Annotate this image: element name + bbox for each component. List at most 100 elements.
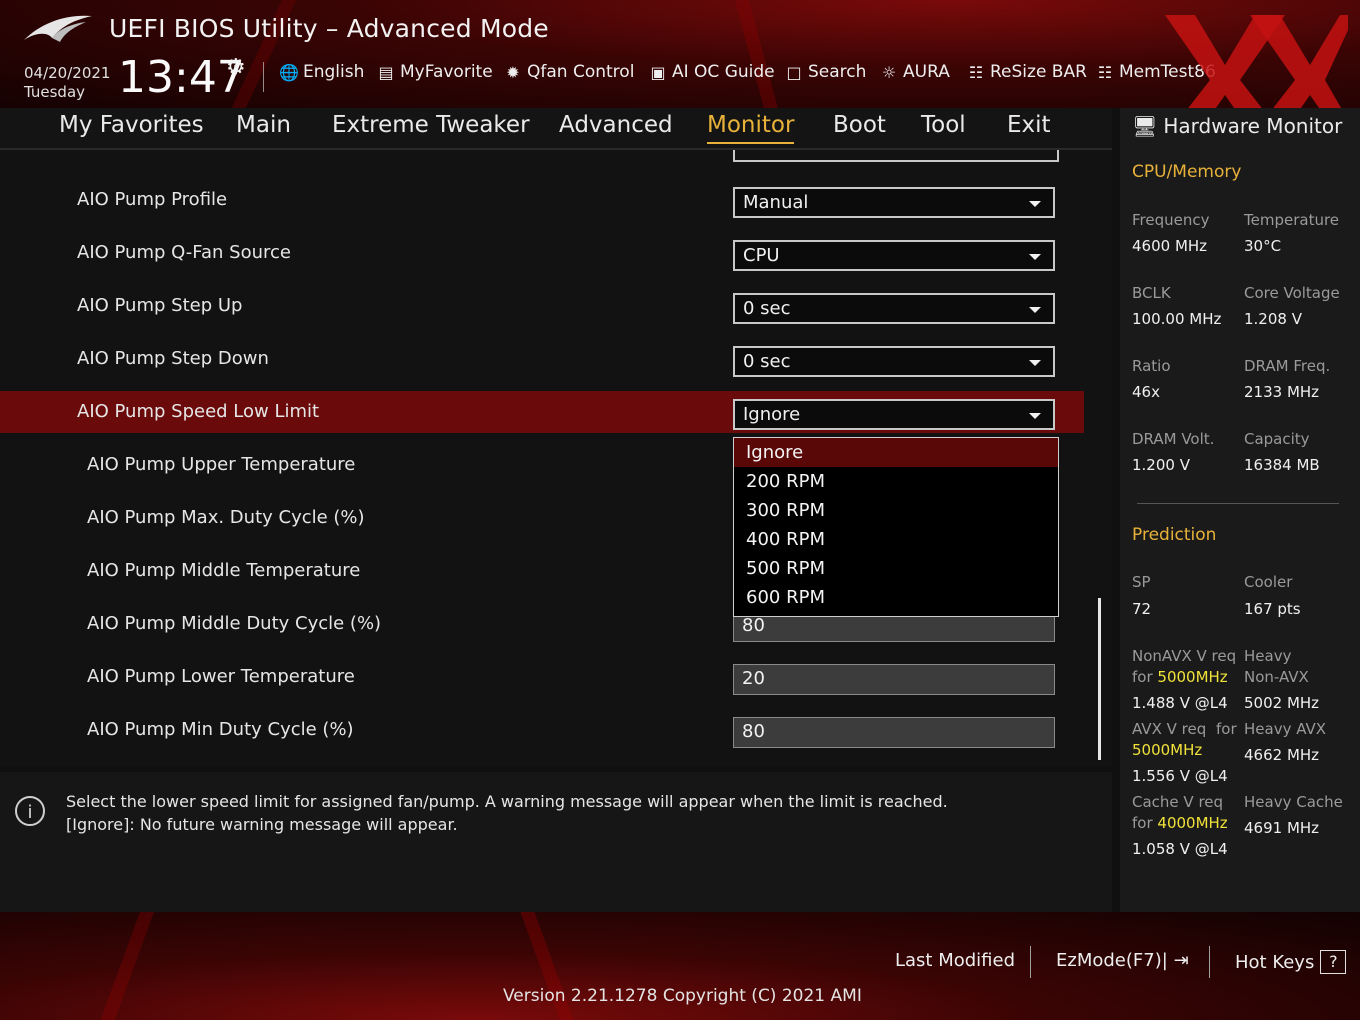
language-button[interactable]: 🌐 English [279,62,364,82]
settings-scrollbar[interactable] [1098,598,1101,760]
pump-profile-select[interactable]: Manual [733,187,1055,218]
select-value: Ignore [743,404,801,425]
globe-icon: 🌐 [279,62,299,82]
heavy-nonavx-value: 5002 MHz [1244,694,1320,712]
myfavorite-button[interactable]: ▤ MyFavorite [376,62,492,82]
setting-label: AIO Pump Middle Temperature [87,560,361,581]
tab-advanced[interactable]: Advanced [559,112,673,138]
settings-panel: AIO Pump Profile Manual AIO Pump Q-Fan S… [0,150,1112,766]
ezmode-button[interactable]: EzMode(F7)| ⇥ [1056,950,1189,971]
heavy-cache-label: Heavy Cache [1244,793,1343,811]
cpu-memory-heading: CPU/Memory [1132,162,1242,182]
tab-extreme-tweaker[interactable]: Extreme Tweaker [332,112,530,138]
gear-icon[interactable]: ⚙ [226,55,246,80]
temperature-value: 30°C [1244,237,1282,255]
cooler-label: Cooler [1244,573,1293,591]
search-button[interactable]: □ Search [784,62,866,82]
nonavx-target-freq: 5000MHz [1157,668,1228,686]
setting-row[interactable]: AIO Pump Q-Fan Source CPU [0,232,1084,274]
sp-value: 72 [1132,600,1152,618]
last-modified-label: Last Modified [895,950,1016,971]
monitor-icon: 🖥 [1132,114,1158,138]
setting-label: AIO Pump Speed Low Limit [77,401,320,422]
frequency-label: Frequency [1132,211,1210,229]
dropdown-option-400rpm[interactable]: 400 RPM [734,525,1058,554]
qfan-control-button[interactable]: ✹ Qfan Control [503,62,634,82]
aura-button[interactable]: ☼ AURA [879,62,950,82]
last-modified-button[interactable]: Last Modified [895,950,1015,971]
dropdown-option-200rpm[interactable]: 200 RPM [734,467,1058,496]
panel-divider [1137,503,1339,504]
ai-oc-guide-button[interactable]: ▣ AI OC Guide [648,62,774,82]
setting-label: AIO Pump Max. Duty Cycle (%) [87,507,365,528]
setting-label: AIO Pump Step Down [77,348,269,369]
nonavx-for-text: for [1132,668,1153,686]
app-title: UEFI BIOS Utility – Advanced Mode [109,14,549,43]
qfan-source-select[interactable]: CPU [733,240,1055,271]
step-down-select[interactable]: 0 sec [733,346,1055,377]
heavy-nonavx-label-2: Non-AVX [1244,668,1309,686]
heavy-avx-value: 4662 MHz [1244,746,1320,764]
frequency-value: 4600 MHz [1132,237,1208,255]
dropdown-option-ignore[interactable]: Ignore [734,438,1058,467]
prediction-heading: Prediction [1132,525,1217,545]
speed-limit-dropdown-list: Ignore 200 RPM 300 RPM 400 RPM 500 RPM 6… [733,437,1059,617]
setting-label: AIO Pump Lower Temperature [87,666,355,687]
tab-boot[interactable]: Boot [833,112,886,138]
date-text: 04/20/2021 [24,64,111,82]
language-label: English [303,62,365,82]
lower-temperature-input[interactable]: 20 [733,664,1055,695]
cache-vreq-value: 1.058 V @L4 [1132,840,1228,858]
footer-bar: Last Modified EzMode(F7)| ⇥ Hot Keys ? V… [0,912,1360,1020]
setting-row[interactable]: AIO Pump Min Duty Cycle (%) 80 [0,709,1084,751]
footer-divider [1209,946,1210,978]
tab-tool[interactable]: Tool [921,112,966,138]
setting-label: AIO Pump Min Duty Cycle (%) [87,719,354,740]
tab-monitor[interactable]: Monitor [707,112,795,144]
hot-keys-label: Hot Keys [1235,951,1315,973]
exit-arrow-icon: ⇥ [1173,950,1189,971]
light-icon: ☼ [881,62,897,82]
dram-volt-value: 1.200 V [1132,456,1190,474]
dropdown-option-500rpm[interactable]: 500 RPM [734,554,1058,583]
tab-exit[interactable]: Exit [1007,112,1051,138]
select-value: Manual [743,192,809,213]
speed-low-limit-select[interactable]: Ignore [733,399,1055,430]
footer-divider [1030,946,1031,978]
min-duty-cycle-input[interactable]: 80 [733,717,1055,748]
setting-row[interactable]: AIO Pump Step Down 0 sec [0,338,1084,380]
help-text: Select the lower speed limit for assigne… [66,790,948,836]
help-line-2: [Ignore]: No future warning message will… [66,815,458,834]
scrolled-field-edge [733,150,1059,162]
select-value: 0 sec [743,298,791,319]
core-voltage-value: 1.208 V [1244,310,1302,328]
resize-bar-button[interactable]: ☷ ReSize BAR [966,62,1087,82]
setting-row-selected[interactable]: AIO Pump Speed Low Limit Ignore [0,391,1084,433]
hardware-monitor-label: Hardware Monitor [1163,114,1343,138]
hardware-monitor-panel: 🖥 Hardware Monitor CPU/Memory Frequency … [1120,108,1360,912]
ezmode-label: EzMode(F7)| [1056,950,1168,971]
version-text: Version 2.21.1278 Copyright (C) 2021 AMI [503,986,862,1006]
dram-freq-label: DRAM Freq. [1244,357,1331,375]
step-up-select[interactable]: 0 sec [733,293,1055,324]
memory-icon: ☷ [1097,62,1113,82]
cache-vreq-label: Cache V req [1132,793,1224,811]
core-voltage-label: Core Voltage [1244,284,1340,302]
tab-main[interactable]: Main [236,112,291,138]
dropdown-option-600rpm[interactable]: 600 RPM [734,583,1058,612]
ratio-label: Ratio [1132,357,1171,375]
avx-for-text: for [1216,720,1237,738]
heavy-nonavx-label-1: Heavy [1244,647,1292,665]
tab-my-favorites[interactable]: My Favorites [59,112,204,138]
dram-freq-value: 2133 MHz [1244,383,1320,401]
caret-down-icon [1029,254,1041,260]
setting-row[interactable]: AIO Pump Step Up 0 sec [0,285,1084,327]
setting-label: AIO Pump Profile [77,189,228,210]
hot-keys-button[interactable]: Hot Keys ? [1235,950,1347,974]
capacity-value: 16384 MB [1244,456,1320,474]
dropdown-option-300rpm[interactable]: 300 RPM [734,496,1058,525]
capacity-label: Capacity [1244,430,1310,448]
help-box-icon: □ [786,62,802,82]
setting-row[interactable]: AIO Pump Profile Manual [0,179,1084,221]
setting-row[interactable]: AIO Pump Lower Temperature 20 [0,656,1084,698]
